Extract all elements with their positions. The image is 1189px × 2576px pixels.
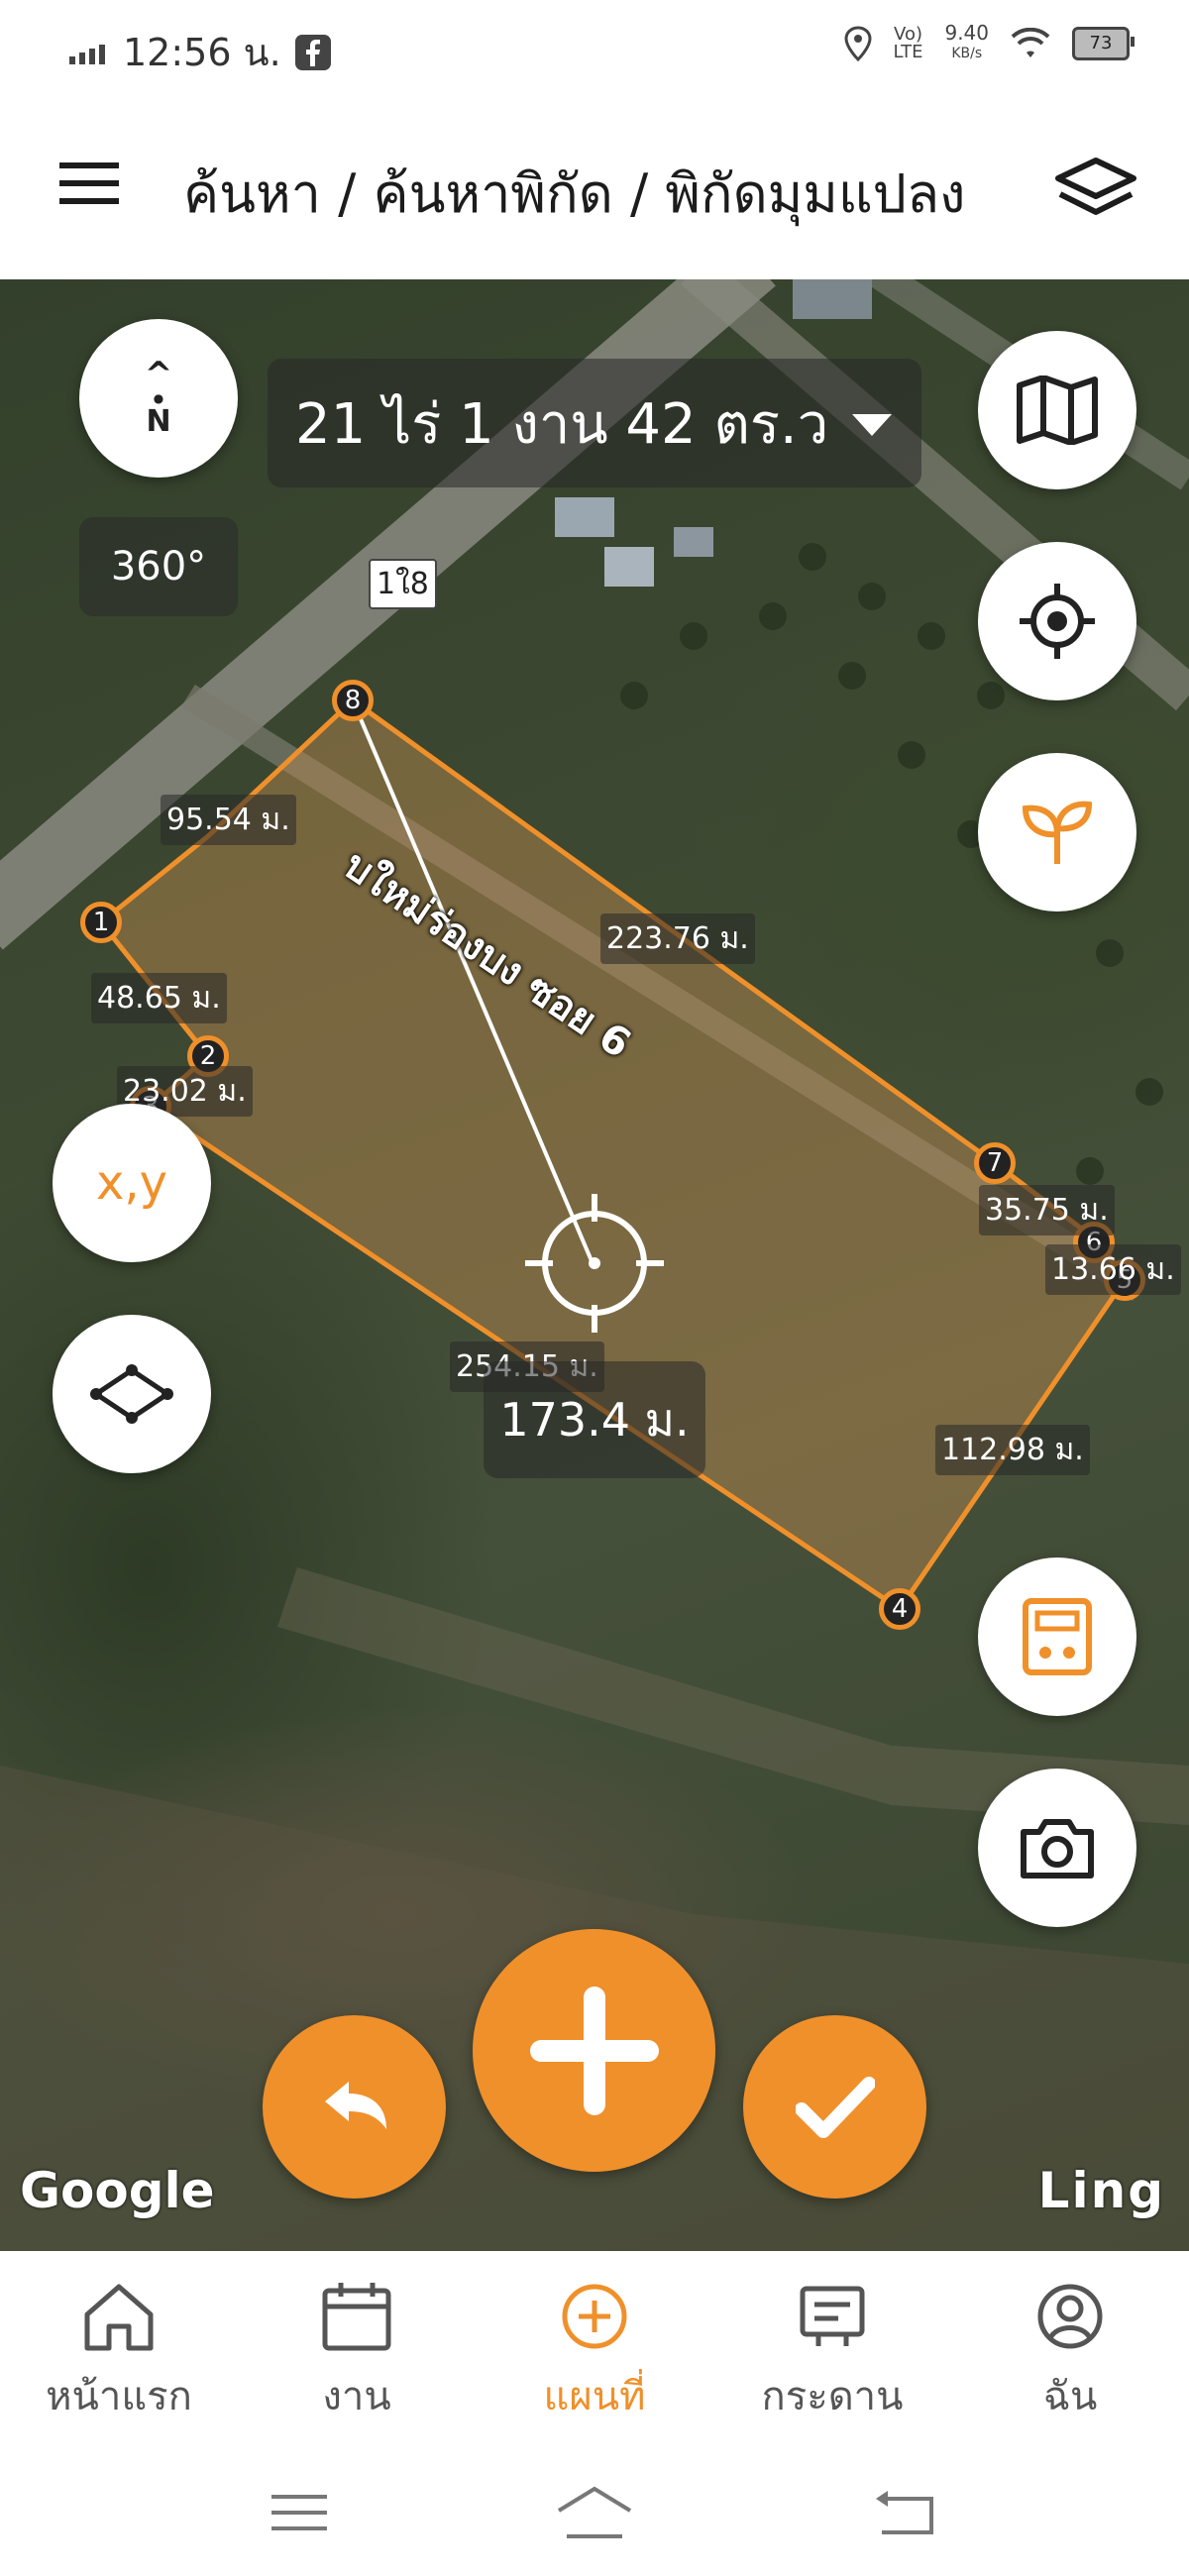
menu-button[interactable] [59,159,123,210]
vertex-8[interactable]: 8 [332,680,374,721]
road-number: 1ใ8 [369,559,437,609]
compass-label: N [146,404,171,439]
calculator-icon [1023,1598,1092,1675]
distance-readout: 173.4 ม. [484,1361,705,1478]
edge-label: 112.98 ม. [935,1425,1090,1475]
edge-label: 48.65 ม. [91,973,227,1023]
camera-button[interactable] [978,1769,1136,1927]
edge-label: 35.75 ม. [979,1185,1115,1235]
edge-label: 223.76 ม. [600,913,755,964]
calendar-icon [322,2283,391,2351]
nav-jobs[interactable]: งาน [238,2251,476,2449]
chevron-down-icon [852,414,892,436]
plant-button[interactable] [978,753,1136,912]
nav-board[interactable]: กระดาน [713,2251,951,2449]
vertex-4[interactable]: 4 [879,1588,920,1630]
net-speed-unit: KB/s [951,46,983,61]
sprout-icon [1022,801,1093,864]
add-point-button[interactable] [473,1929,715,2172]
profile-icon [1037,2284,1103,2349]
back-nav-icon[interactable] [872,2489,935,2536]
facebook-icon [294,34,331,70]
area-dropdown[interactable]: 21 ไร่ 1 งาน 42 ตร.ว [268,359,921,487]
xy-button[interactable]: x,y [53,1104,211,1262]
calculator-button[interactable] [978,1557,1136,1716]
vertex-7[interactable]: 7 [974,1142,1016,1184]
nav-me-label: ฉัน [1042,2374,1098,2419]
layers-button[interactable] [1054,155,1137,224]
board-icon [800,2286,865,2346]
compass-icon: ^ ● N [144,355,173,439]
undo-button[interactable] [263,2015,446,2199]
map-view[interactable]: 1 2 3 4 5 6 7 8 95.54 ม. 48.65 ม. 23.02 … [0,279,1189,2251]
add-circle-icon [562,2284,627,2349]
xy-label: x,y [95,1155,168,1211]
nav-map-label: แผนที่ [543,2374,646,2419]
recent-apps-icon[interactable] [270,2491,329,2534]
ling-attribution: Ling [1037,2162,1165,2219]
compass-button[interactable]: ^ ● N [79,319,238,478]
confirm-button[interactable] [743,2015,926,2199]
header: ค้นหา / ค้นหาพิกัด / พิกัดมุมแปลง [0,99,1189,279]
battery-level: 73 [1089,33,1113,54]
nav-home-label: หน้าแรก [46,2374,192,2419]
breadcrumb: ค้นหา / ค้นหาพิกัด / พิกัดมุมแปลง [183,162,966,225]
bottom-nav: หน้าแรก งาน แผนที่ กระดาน ฉัน [0,2251,1189,2449]
polygon-button[interactable] [53,1315,211,1473]
google-attribution: Google [20,2162,215,2219]
area-text: 21 ไร่ 1 งาน 42 ตร.ว [295,391,829,457]
status-left: 12:56 น. [69,22,331,82]
net-speed: 9.40 KB/s [944,21,989,62]
map-type-button[interactable] [978,331,1136,489]
wifi-icon [1011,27,1050,57]
nav-home[interactable]: หน้าแรก [0,2251,238,2449]
polygon-icon [90,1364,173,1424]
home-nav-icon[interactable] [555,2485,634,2540]
battery-icon: 73 [1072,26,1135,60]
status-bar: 12:56 น. Vo) LTE 9.40 KB/s 73 [0,0,1189,99]
status-time: 12:56 น. [123,31,281,74]
target-icon [1020,584,1095,659]
status-right: Vo) LTE 9.40 KB/s 73 [844,21,1135,62]
signal-icon [69,44,105,64]
system-nav-bar [0,2449,1189,2576]
rotation-readout[interactable]: 360° [79,517,238,616]
lte-icon: Vo) LTE [893,23,923,62]
crosshair-icon [525,1194,664,1333]
location-icon [844,25,872,61]
vertex-1[interactable]: 1 [80,902,122,943]
camera-icon [1021,1819,1094,1878]
layers-icon [1055,158,1136,215]
undo-icon [324,2081,386,2129]
nav-board-label: กระดาน [761,2374,904,2419]
nav-me[interactable]: ฉัน [951,2251,1189,2449]
map-icon [1017,376,1098,445]
edge-label: 13.66 ม. [1045,1244,1181,1295]
check-icon [795,2076,875,2138]
net-speed-value: 9.40 [944,21,989,45]
hamburger-icon [59,162,119,204]
nav-jobs-label: งาน [322,2374,391,2419]
home-icon [84,2284,154,2351]
edge-label: 95.54 ม. [161,795,296,845]
my-location-button[interactable] [978,542,1136,700]
plus-icon [529,1986,659,2115]
nav-map[interactable]: แผนที่ [476,2251,713,2449]
